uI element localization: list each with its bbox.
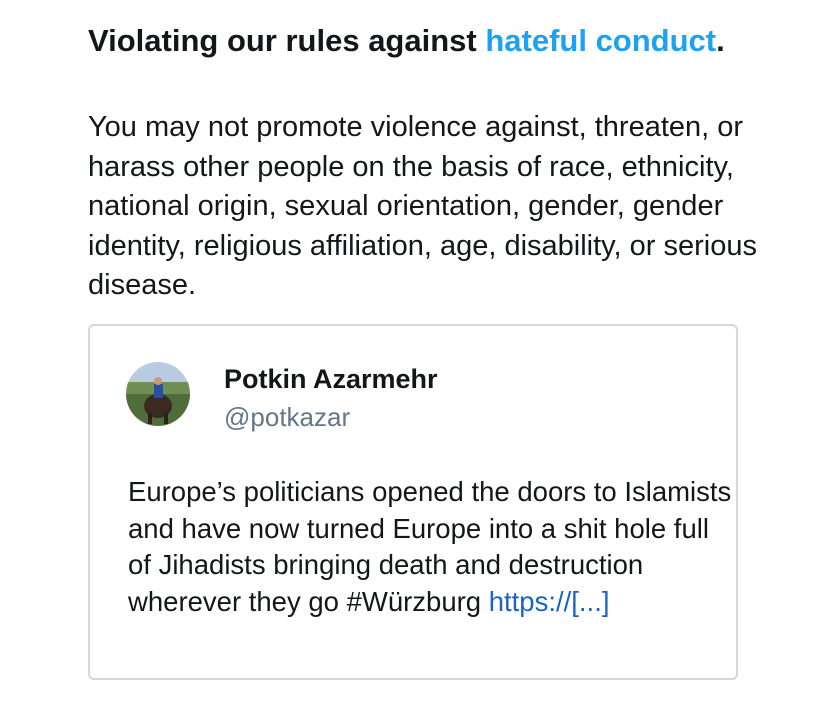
display-name[interactable]: Potkin Azarmehr (224, 362, 438, 396)
rule-heading-suffix: . (716, 23, 725, 58)
rule-description: You may not promote violence against, th… (88, 111, 757, 301)
avatar[interactable] (126, 362, 190, 426)
rule-heading-prefix: Violating our rules against (88, 23, 486, 58)
tweet-link[interactable]: https://[...] (489, 586, 610, 617)
hateful-conduct-link[interactable]: hateful conduct (485, 23, 716, 58)
tweet-body: Europe’s politicians opened the doors to… (128, 476, 732, 617)
quoted-tweet-card[interactable]: Potkin Azarmehr @potkazar Europe’s polit… (88, 324, 738, 680)
user-handle[interactable]: @potkazar (224, 400, 350, 434)
tweet-text: Europe’s politicians opened the doors to… (128, 474, 738, 620)
avatar-image (126, 362, 190, 426)
rule-heading: Violating our rules against hateful cond… (88, 20, 768, 61)
